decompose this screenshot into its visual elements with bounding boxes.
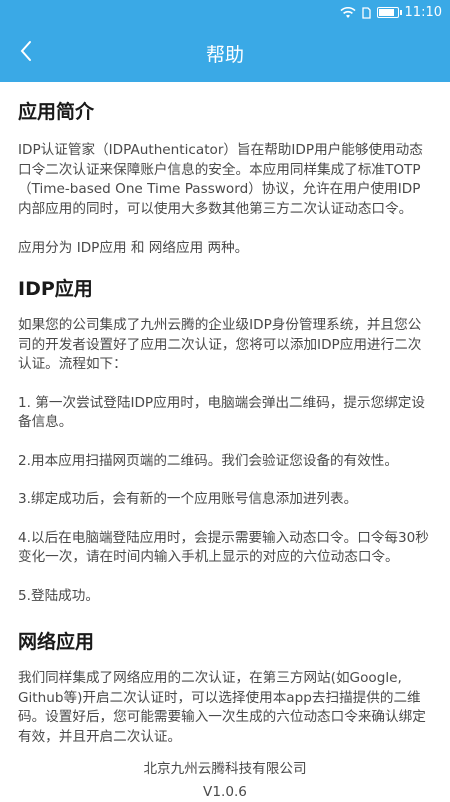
battery-level — [378, 9, 394, 16]
section-title: 应用简介 — [18, 101, 95, 123]
footer: 北京九州云腾科技有限公司 V1.0.6 — [0, 759, 450, 802]
section-idp: IDP应用 如果您的公司集成了九州云腾的企业级IDP身份管理系统，并且您公司的开… — [18, 276, 432, 606]
back-button[interactable] — [6, 33, 46, 73]
help-content[interactable]: 应用简介 IDP认证管家（IDPAuthenticator）旨在帮助IDP用户能… — [0, 82, 450, 800]
section-intro: 应用简介 IDP认证管家（IDPAuthenticator）旨在帮助IDP用户能… — [18, 99, 432, 259]
paragraph: 如果您的公司集成了九州云腾的企业级IDP身份管理系统，并且您公司的开发者设置好了… — [18, 317, 422, 372]
battery-icon — [376, 7, 402, 18]
page-title: 帮助 — [205, 44, 244, 66]
app-version: V1.0.6 — [203, 784, 247, 800]
app-bar: 帮助 — [0, 25, 450, 82]
paragraph: IDP认证管家（IDPAuthenticator）旨在帮助IDP用户能够使用动态… — [18, 142, 423, 217]
wifi-icon — [339, 6, 356, 19]
paragraph: 4.以后在电脑端登陆应用时，会提示需要输入动态口令。口令每30秒变化一次，请在时… — [18, 529, 429, 566]
paragraph: 应用分为 IDP应用 和 网络应用 两种。 — [18, 240, 249, 256]
status-bar: 11:10 — [0, 0, 450, 25]
paragraph: 我们同样集成了网络应用的二次认证，在第三方网站(如Google, Github等… — [18, 670, 426, 745]
paragraph: 1. 第一次尝试登陆IDP应用时，电脑端会弹出二维码，提示您绑定设备信息。 — [18, 394, 425, 431]
paragraph: 5.登陆成功。 — [18, 587, 99, 604]
section-web: 网络应用 我们同样集成了网络应用的二次认证，在第三方网站(如Google, Gi… — [18, 629, 432, 747]
status-time: 11:10 — [404, 5, 442, 20]
paragraph: 2.用本应用扫描网页端的二维码。我们会验证您设备的有效性。 — [18, 452, 398, 469]
section-title: IDP应用 — [18, 278, 93, 300]
section-title: 网络应用 — [18, 631, 95, 653]
company-name: 北京九州云腾科技有限公司 — [143, 761, 307, 777]
paragraph: 3.绑定成功后，会有新的一个应用账号信息添加进列表。 — [18, 491, 358, 507]
sim-icon — [361, 6, 371, 19]
chevron-left-icon — [19, 40, 33, 66]
